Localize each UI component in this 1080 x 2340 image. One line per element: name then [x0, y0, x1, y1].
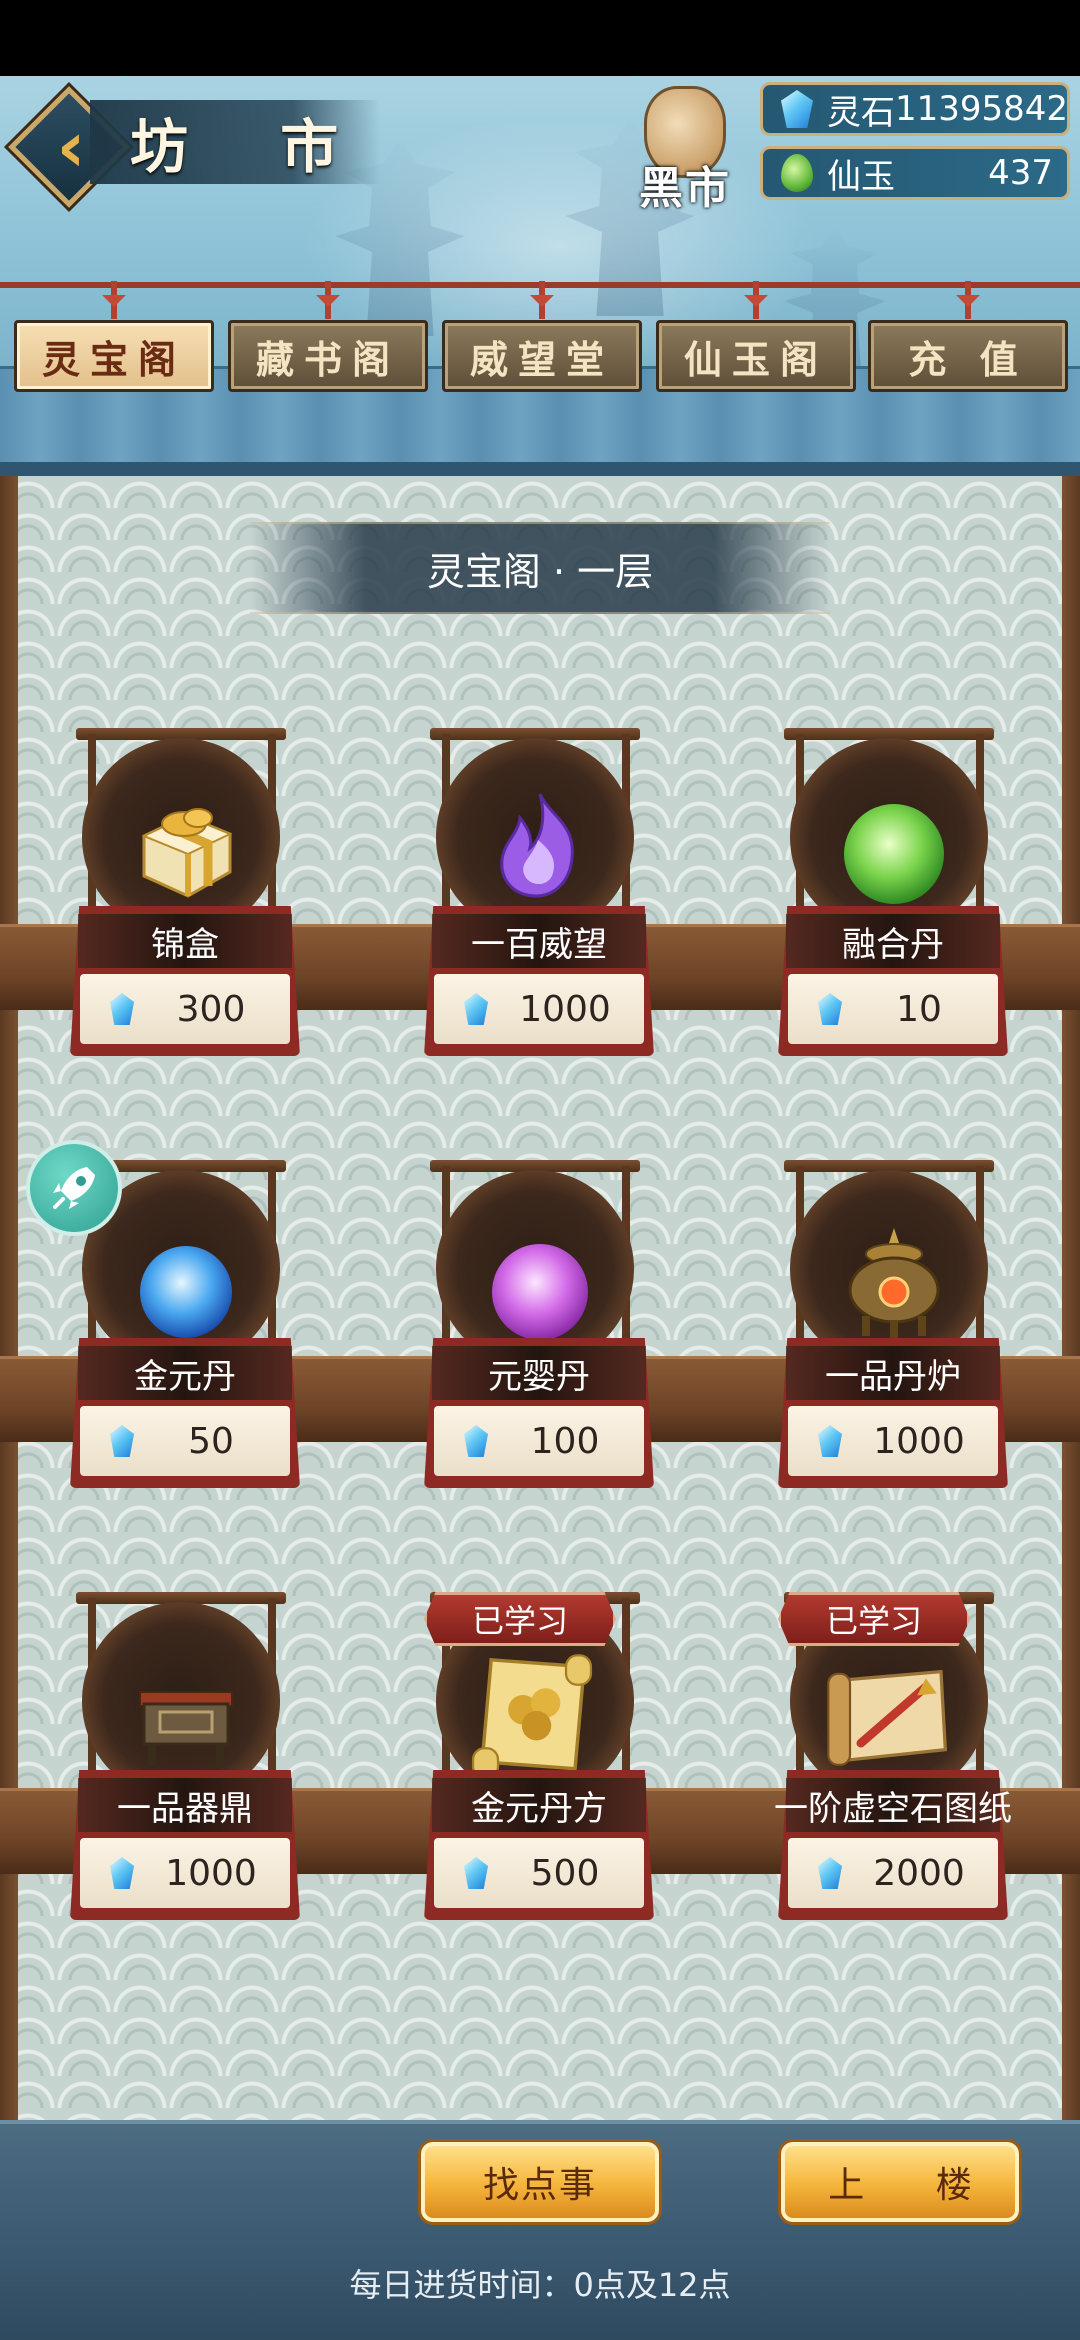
shop-item-void-stone-blueprint[interactable]: 已学习 一阶虚空石图纸 2000: [774, 1592, 1014, 1932]
recipe-scroll-icon: [471, 1654, 593, 1779]
item-price-value: 1000: [519, 988, 611, 1030]
tab-recharge[interactable]: 充 值: [868, 281, 1068, 392]
item-price-value: 100: [530, 1420, 600, 1462]
learned-badge: 已学习: [424, 1592, 616, 1646]
shop-area: 灵宝阁 · 一层 锦盒 300 一百威望 1000 融合丹 10 金元丹 50 …: [0, 476, 1080, 2120]
spirit-stone-gem-icon: [464, 1857, 488, 1889]
pin-icon: [325, 281, 331, 319]
item-name: 融合丹: [786, 914, 1000, 968]
upstairs-button[interactable]: 上 楼: [781, 2142, 1019, 2222]
spirit-stone-gem-icon: [464, 993, 488, 1025]
black-market-button[interactable]: 黑市: [630, 86, 740, 226]
alchemy-furnace-icon: [848, 1228, 940, 1338]
item-price: 1000: [80, 1838, 290, 1908]
item-price-value: 500: [530, 1852, 600, 1894]
bronze-cauldron-icon: [139, 1691, 233, 1766]
tab-library-pavilion[interactable]: 藏书阁: [228, 281, 428, 392]
upstairs-label: 上 楼: [828, 2165, 1002, 2206]
floor-title: 灵宝阁 · 一层: [426, 549, 654, 594]
restock-time-text: 每日进货时间：0点及12点: [349, 2266, 731, 2304]
item-price-value: 300: [176, 988, 246, 1030]
spirit-stone-gem-icon: [818, 1857, 842, 1889]
tab-label: 仙玉阁: [683, 336, 828, 382]
gift-box-icon: [141, 808, 233, 898]
item-price-value: 1000: [165, 1852, 257, 1894]
spirit-stone-gem-icon: [110, 1857, 134, 1889]
immortal-jade-balance: 仙玉 437: [760, 146, 1070, 200]
pin-icon: [539, 281, 545, 319]
item-name: 一品丹炉: [786, 1346, 1000, 1400]
tab-label: 藏书阁: [255, 336, 400, 382]
tab-label: 灵宝阁: [41, 336, 186, 382]
pin-icon: [111, 281, 117, 319]
item-price: 10: [788, 974, 998, 1044]
shop-item-qiding[interactable]: 一品器鼎 1000: [66, 1592, 306, 1932]
blueprint-scroll-icon: [827, 1669, 948, 1766]
tab-prestige-hall[interactable]: 威望堂: [442, 281, 642, 392]
item-name: 元婴丹: [432, 1346, 646, 1400]
shop-item-jinyuandan-recipe[interactable]: 已学习 金元丹方 500: [420, 1592, 660, 1932]
spirit-stone-gem-icon: [818, 1425, 842, 1457]
currency-label: 灵石: [827, 92, 895, 133]
blue-orb-icon: [140, 1246, 232, 1338]
immortal-jade-icon: [781, 154, 813, 192]
spirit-stone-balance: 灵石 11395842: [760, 82, 1070, 136]
spirit-stone-gem-icon: [781, 90, 813, 128]
currency-label: 仙玉: [827, 156, 895, 197]
shop-item-prestige[interactable]: 一百威望 1000: [420, 728, 660, 1068]
item-price-value: 10: [896, 988, 942, 1030]
item-price-value: 50: [188, 1420, 234, 1462]
green-orb-icon: [844, 804, 944, 904]
curtain-edge: [0, 462, 1080, 476]
shop-item-danlu[interactable]: 一品丹炉 1000: [774, 1160, 1014, 1500]
tab-lingbao-pavilion[interactable]: 灵宝阁: [14, 281, 214, 392]
item-price: 50: [80, 1406, 290, 1476]
currency-value: 11395842: [895, 89, 1069, 129]
shop-item-ronghedan[interactable]: 融合丹 10: [774, 728, 1014, 1068]
spirit-stone-gem-icon: [464, 1425, 488, 1457]
item-price: 1000: [434, 974, 644, 1044]
spirit-stone-gem-icon: [818, 993, 842, 1025]
item-price: 2000: [788, 1838, 998, 1908]
item-price: 100: [434, 1406, 644, 1476]
footer: 找点事 上 楼 每日进货时间：0点及12点: [0, 2120, 1080, 2340]
floor-title-banner: 灵宝阁 · 一层: [250, 522, 830, 614]
shop-item-yuanyingdan[interactable]: 元婴丹 100: [420, 1160, 660, 1500]
black-market-label: 黑市: [639, 163, 731, 214]
item-price-value: 1000: [873, 1420, 965, 1462]
item-price: 300: [80, 974, 290, 1044]
tab-jade-pavilion[interactable]: 仙玉阁: [656, 281, 856, 392]
tab-label: 充 值: [908, 336, 1028, 382]
item-name: 一品器鼎: [78, 1778, 292, 1832]
page-title-plate: 坊 市: [90, 100, 380, 184]
status-bar: [0, 0, 1080, 76]
page-title: 坊 市: [130, 113, 375, 181]
pin-icon: [753, 281, 759, 319]
purple-flame-icon: [500, 793, 574, 898]
learned-badge: 已学习: [778, 1592, 970, 1646]
violet-orb-icon: [492, 1244, 588, 1340]
item-name: 金元丹: [78, 1346, 292, 1400]
item-name: 一阶虚空石图纸: [774, 1778, 1012, 1832]
shop-item-jinhe[interactable]: 锦盒 300: [66, 728, 306, 1068]
item-name: 金元丹方: [432, 1778, 646, 1832]
pin-icon: [965, 281, 971, 319]
spirit-stone-gem-icon: [110, 993, 134, 1025]
item-price: 500: [434, 1838, 644, 1908]
find-something-button[interactable]: 找点事: [421, 2142, 659, 2222]
item-name: 锦盒: [78, 914, 292, 968]
find-something-label: 找点事: [482, 2165, 597, 2206]
currency-value: 437: [988, 153, 1053, 193]
item-price-value: 2000: [873, 1852, 965, 1894]
tab-label: 威望堂: [469, 336, 614, 382]
rocket-icon: [53, 1167, 95, 1209]
item-name: 一百威望: [432, 914, 646, 968]
spirit-stone-gem-icon: [110, 1425, 134, 1457]
rocket-shortcut-button[interactable]: [26, 1140, 122, 1236]
item-price: 1000: [788, 1406, 998, 1476]
